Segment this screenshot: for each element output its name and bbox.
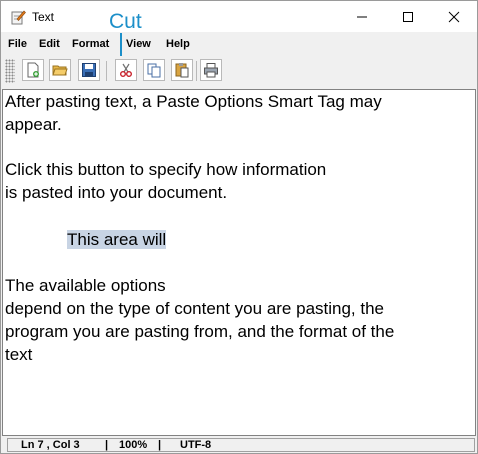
status-panel: Ln 7 , Col 3 | 100% | UTF-8 [7, 438, 475, 452]
document-line: Click this button to specify how informa… [5, 160, 327, 179]
document-line: depend on the type of content you are pa… [5, 299, 385, 318]
toolbar-grip[interactable] [5, 59, 15, 83]
maximize-icon [403, 11, 413, 22]
new-document-icon [27, 62, 39, 78]
zoom-level: 100% [119, 439, 148, 451]
document-line: appear. [5, 115, 62, 134]
cursor-position: Ln 7 , Col 3 [21, 439, 80, 451]
toolbar-separator [196, 61, 197, 81]
cut-icon [120, 63, 132, 77]
document-line: After pasting text, a Paste Options Smar… [5, 92, 382, 111]
document-line: text [5, 345, 33, 364]
menu-bar: File Edit Format View Help [1, 34, 477, 54]
print-icon [204, 63, 218, 78]
menu-format[interactable]: Format [72, 38, 109, 50]
save-icon [82, 63, 96, 77]
toolbar-separator [106, 61, 107, 81]
toolbar [1, 57, 477, 87]
maximize-button[interactable] [385, 1, 431, 32]
paste-button[interactable] [171, 59, 193, 81]
app-window: Text File Edit Format View Help After pa… [0, 0, 478, 454]
document-line: is pasted into your document. [5, 183, 228, 202]
callout-pointer-line [120, 33, 122, 56]
save-button[interactable] [78, 59, 100, 81]
paste-icon [175, 63, 189, 78]
cut-button[interactable] [115, 59, 137, 81]
document-line: The available options [5, 276, 166, 295]
selection-highlight: This area will [67, 230, 167, 249]
title-bar[interactable]: Text [1, 1, 477, 32]
copy-button[interactable] [143, 59, 165, 81]
status-separator: | [105, 439, 109, 451]
close-button[interactable] [431, 1, 477, 32]
new-button[interactable] [22, 59, 44, 81]
menu-view[interactable]: View [126, 38, 151, 50]
cut-callout-label: Cut [109, 10, 142, 33]
open-folder-icon [52, 65, 68, 76]
text-editor[interactable]: After pasting text, a Paste Options Smar… [2, 89, 476, 436]
document-line: program you are pasting from, and the fo… [5, 322, 395, 341]
minimize-button[interactable] [339, 1, 385, 32]
notepad-icon [10, 9, 26, 25]
menu-edit[interactable]: Edit [39, 38, 60, 50]
print-button[interactable] [200, 59, 222, 81]
window-title: Text [32, 10, 55, 24]
encoding: UTF-8 [180, 439, 212, 451]
close-icon [448, 11, 460, 22]
copy-icon [147, 63, 161, 78]
menu-file[interactable]: File [8, 38, 27, 50]
open-button[interactable] [49, 59, 71, 81]
menu-help[interactable]: Help [166, 38, 190, 50]
selected-text: This area will [67, 229, 167, 251]
status-bar: Ln 7 , Col 3 | 100% | UTF-8 [1, 436, 477, 453]
minimize-icon [357, 16, 367, 17]
status-separator: | [158, 439, 162, 451]
